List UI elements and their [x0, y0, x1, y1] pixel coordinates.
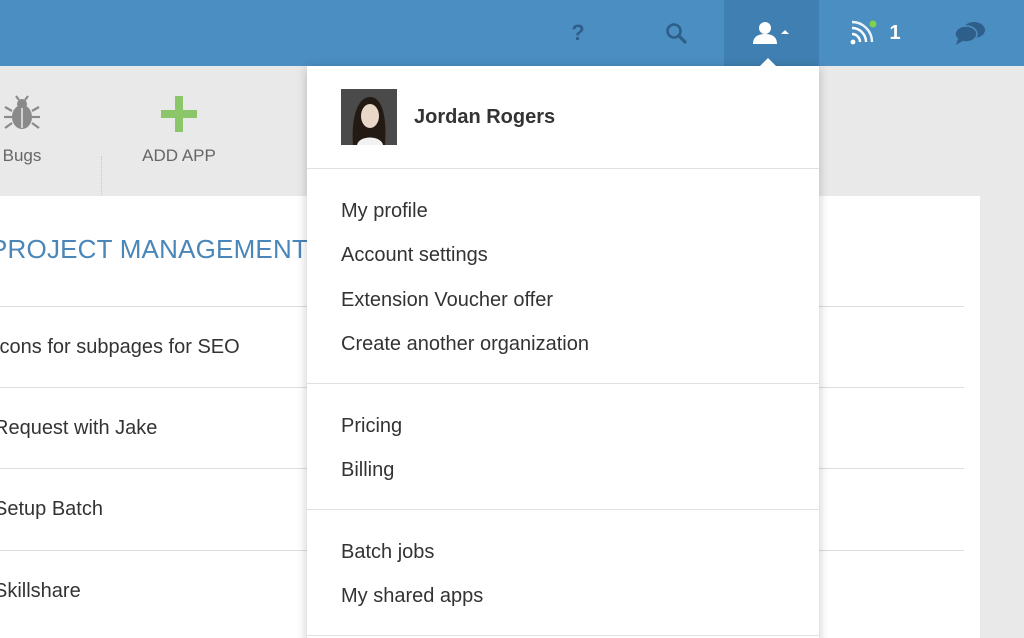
help-icon: ?	[571, 20, 585, 45]
app-bugs[interactable]: Bugs	[0, 94, 52, 166]
menu-item-account-settings[interactable]: Account settings	[307, 234, 819, 279]
task-title: Request with Jake	[0, 417, 158, 439]
plus-icon	[161, 96, 197, 132]
bug-icon	[4, 95, 40, 129]
add-app-button[interactable]: ADD APP	[134, 94, 224, 166]
chat-icon	[954, 22, 985, 45]
avatar	[341, 89, 397, 145]
rss-icon	[851, 20, 877, 45]
menu-item-my-profile[interactable]: My profile	[307, 189, 819, 234]
user-name: Jordan Rogers	[414, 105, 556, 128]
tools-menu-section: Batch jobs My shared apps	[307, 510, 819, 636]
menu-item-shared-apps[interactable]: My shared apps	[307, 575, 819, 620]
chat-button[interactable]	[942, 0, 998, 66]
top-navigation-bar: ? 1	[0, 0, 1024, 66]
notifications-button[interactable]: 1	[830, 0, 920, 66]
account-menu-section: My profile Account settings Extension Vo…	[307, 169, 819, 384]
menu-item-extension-voucher[interactable]: Extension Voucher offer	[307, 278, 819, 323]
section-title: PROJECT MANAGEMENT	[0, 234, 309, 264]
billing-menu-section: Pricing Billing	[307, 384, 819, 510]
search-button[interactable]	[654, 0, 698, 66]
add-app-label: ADD APP	[142, 146, 216, 165]
user-dropdown-menu: Jordan Rogers My profile Account setting…	[307, 66, 819, 638]
search-icon	[666, 23, 687, 44]
task-title: Icons for subpages for SEO	[0, 336, 240, 358]
dropdown-caret	[759, 58, 777, 67]
app-label: Bugs	[2, 146, 42, 165]
task-title: Setup Batch	[0, 498, 103, 520]
user-icon	[752, 22, 789, 44]
user-menu-button[interactable]	[724, 0, 819, 66]
task-title: Skillshare	[0, 580, 81, 602]
menu-item-pricing[interactable]: Pricing	[307, 404, 819, 449]
help-button[interactable]: ?	[558, 0, 598, 66]
user-profile-header[interactable]: Jordan Rogers	[307, 66, 819, 169]
menu-item-batch-jobs[interactable]: Batch jobs	[307, 530, 819, 575]
notification-count: 1	[889, 21, 901, 44]
menu-item-billing[interactable]: Billing	[307, 449, 819, 494]
menu-item-create-organization[interactable]: Create another organization	[307, 323, 819, 368]
